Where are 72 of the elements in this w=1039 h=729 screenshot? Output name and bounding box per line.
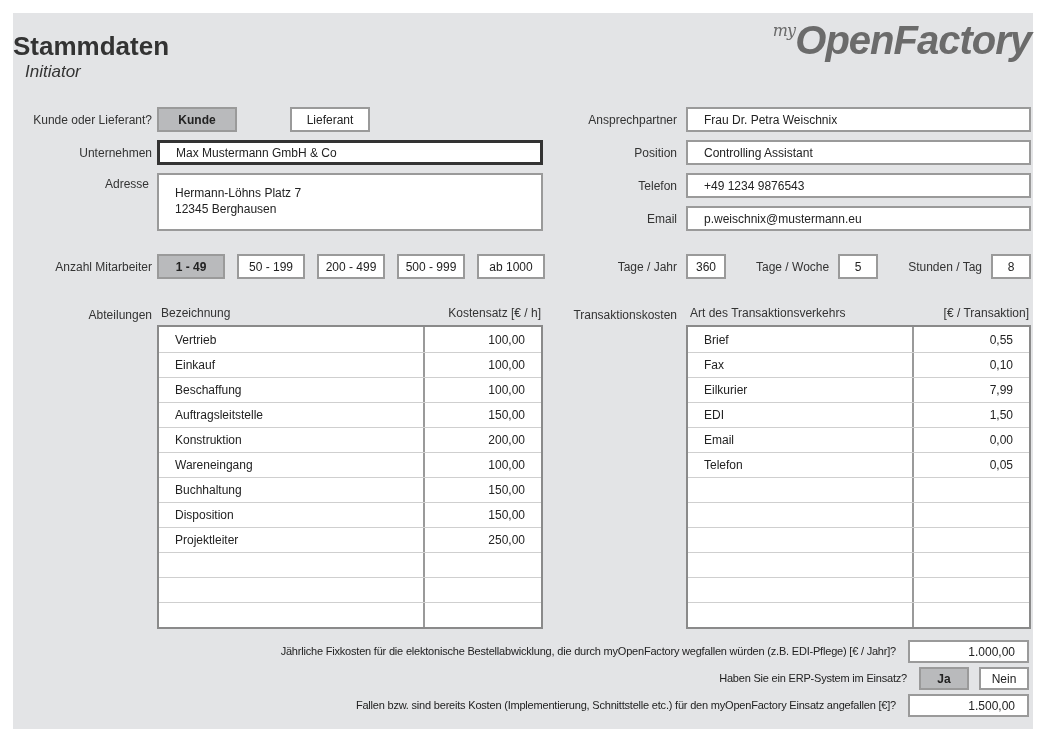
field-label: Adresse <box>104 176 150 193</box>
question-text: Haben Sie ein ERP-System im Einsatz? <box>719 671 907 687</box>
field-label: Abteilungen <box>87 307 152 324</box>
page-title: Stammdaten <box>13 31 170 61</box>
table-cell-text: Disposition <box>175 507 234 524</box>
table-cell-text: Email <box>704 432 734 449</box>
field-label: Tage / Woche <box>756 258 830 276</box>
input-field[interactable]: +49 1234 9876543 <box>686 173 1031 198</box>
option-button[interactable]: Ja <box>919 667 969 690</box>
option-button[interactable]: 1 - 49 <box>157 254 225 279</box>
table-cell-text: EDI <box>704 407 724 424</box>
field-label: Telefon <box>637 177 677 195</box>
column-header: Kostensatz [€ / h] <box>448 306 541 321</box>
input-field[interactable]: 8 <box>991 254 1031 279</box>
table-cell-text: 0,00 <box>989 432 1013 449</box>
option-button[interactable]: Nein <box>979 667 1029 690</box>
table-cell-text: Fax <box>704 357 724 374</box>
table-cell-text: Auftragsleitstelle <box>175 407 264 424</box>
address-field[interactable]: Hermann-Löhns Platz 7 12345 Berghausen <box>157 173 543 231</box>
table-cell-text: 100,00 <box>488 331 525 349</box>
table-cell-text: 100,00 <box>488 382 525 399</box>
input-field[interactable]: Controlling Assistant <box>686 140 1031 165</box>
table-cell-text: Telefon <box>704 457 743 474</box>
field-label: Ansprechpartner <box>587 111 677 129</box>
option-button[interactable]: ab 1000 <box>477 254 545 279</box>
option-button[interactable]: 50 - 199 <box>237 254 305 279</box>
option-button[interactable]: Kunde <box>157 107 237 132</box>
table-cell-text: Wareneingang <box>175 457 253 474</box>
table-cell-text: 7,99 <box>989 382 1013 399</box>
field-label: Email <box>646 210 677 228</box>
page-subtitle: Initiator <box>24 61 82 83</box>
input-field[interactable]: 1.500,00 <box>908 694 1029 717</box>
table-cell-text: Vertrieb <box>175 331 217 349</box>
table-cell-text: 150,00 <box>488 482 525 499</box>
field-label: Position <box>633 144 677 162</box>
input-field[interactable]: p.weischnix@mustermann.eu <box>686 206 1031 231</box>
column-header: Bezeichnung <box>161 306 231 321</box>
question-text: Fallen bzw. sind bereits Kosten (Implementierung, Schnittstelle etc.) für den myOpenFactory Einsatz angefallen [€]? <box>355 698 896 714</box>
table-cell-text: Beschaffung <box>175 382 242 399</box>
option-button[interactable]: 500 - 999 <box>397 254 465 279</box>
table-cell-text: Einkauf <box>175 357 216 374</box>
table-cell-text: 150,00 <box>488 507 525 524</box>
question-text: Jährliche Fixkosten für die elektonische Bestellabwicklung, die durch myOpenFactory wegfallen würden (z.B. EDI-Pflege) [€ / Jahr]? <box>280 644 896 660</box>
field-label: Transaktionskosten <box>572 307 677 324</box>
field-label: Tage / Jahr <box>616 258 677 276</box>
table-cell-text: 0,05 <box>989 457 1013 474</box>
option-button[interactable]: 200 - 499 <box>317 254 385 279</box>
table-cell-text: 1,50 <box>989 407 1013 424</box>
input-field[interactable]: Frau Dr. Petra Weischnix <box>686 107 1031 132</box>
table-cell-text: 100,00 <box>488 357 525 374</box>
table-cell-text: 0,10 <box>989 357 1013 374</box>
table-cell-text: 0,55 <box>989 331 1013 349</box>
table-cell-text: Konstruktion <box>175 432 242 449</box>
input-field[interactable]: 5 <box>838 254 879 279</box>
field-label: Unternehmen <box>78 144 152 162</box>
input-field[interactable]: 1.000,00 <box>908 640 1029 663</box>
input-field[interactable]: Max Mustermann GmbH & Co <box>157 140 543 165</box>
field-label: Stunden / Tag <box>908 258 982 276</box>
table-cell-text: Projektleiter <box>175 532 239 549</box>
table-cell-text: 100,00 <box>488 457 525 474</box>
column-header: Art des Transaktionsverkehrs <box>690 306 846 321</box>
table-cell-text: Brief <box>704 331 729 349</box>
input-field[interactable]: 360 <box>686 254 726 279</box>
option-button[interactable]: Lieferant <box>290 107 370 132</box>
table-cell-text: Eilkurier <box>704 382 748 399</box>
table-cell-text: Buchhaltung <box>175 482 242 499</box>
field-label: Kunde oder Lieferant? <box>32 111 152 129</box>
field-label: Anzahl Mitarbeiter <box>54 258 152 276</box>
table-cell-text: 250,00 <box>488 532 525 549</box>
table-cell-text: 150,00 <box>488 407 525 424</box>
column-header: [€ / Transaktion] <box>943 306 1029 321</box>
table-cell-text: 200,00 <box>488 432 525 449</box>
